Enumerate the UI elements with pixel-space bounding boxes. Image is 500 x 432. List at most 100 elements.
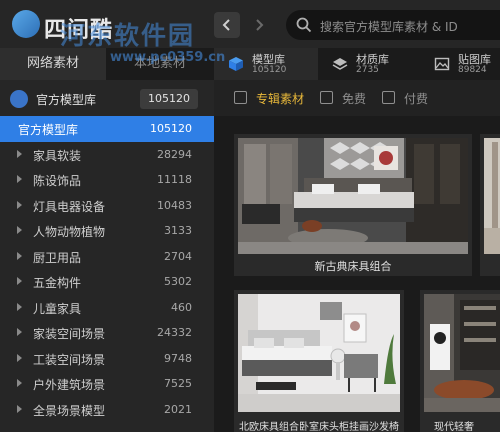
checkbox-paid[interactable] — [382, 91, 395, 104]
filter-label: 专辑素材 — [256, 92, 305, 106]
layers-icon — [332, 58, 348, 70]
category-item-official[interactable]: 官方模型库 105120 — [0, 116, 214, 142]
asset-title: 北欧床具组合卧室床头柜挂画沙发椅 — [239, 422, 399, 432]
library-count-badge: 105120 — [140, 89, 198, 109]
category-count: 2704 — [164, 249, 192, 263]
checkbox-album[interactable] — [234, 91, 247, 104]
search-input[interactable]: 搜索官方模型库素材 & ID — [286, 10, 500, 40]
expand-arrow-icon[interactable] — [17, 328, 22, 336]
tab-count: 2735 — [356, 65, 379, 75]
category-label: 灯具电器设备 — [33, 199, 106, 214]
category-item[interactable]: 儿童家具 460 — [0, 295, 214, 321]
category-count: 9748 — [164, 351, 192, 365]
category-item[interactable]: 家装空间场景 24332 — [0, 320, 214, 346]
category-count: 28294 — [157, 147, 192, 161]
search-icon — [296, 17, 312, 33]
category-item[interactable]: 户外建筑场景 7525 — [0, 371, 214, 397]
category-item[interactable]: 工装空间场景 9748 — [0, 346, 214, 372]
logo-mark-icon — [12, 10, 40, 38]
filter-free[interactable]: 免费 — [320, 90, 370, 106]
tab-materials[interactable]: 材质库 2735 — [318, 48, 420, 80]
category-label: 儿童家具 — [33, 301, 82, 316]
bedroom-scene-image — [238, 138, 468, 254]
expand-arrow-icon[interactable] — [17, 149, 22, 158]
expand-arrow-icon[interactable] — [17, 404, 22, 413]
category-item[interactable]: 全景场景模型 2021 — [0, 397, 214, 423]
asset-grid: 新古典床具组合 北欧床具组合卧室床头柜挂画沙发椅 现代轻奢 — [214, 116, 500, 432]
category-item[interactable]: 人物动物植物 3133 — [0, 218, 214, 244]
top-bar: 四间酷 河东软件园 搜索官方模型库素材 & ID — [0, 0, 500, 50]
expand-arrow-icon[interactable] — [17, 200, 22, 209]
asset-card[interactable] — [480, 134, 500, 276]
category-label: 厨卫用品 — [33, 250, 82, 265]
tab-textures[interactable]: 贴图库 89824 — [420, 48, 500, 80]
category-item[interactable]: 厨卫用品 2704 — [0, 244, 214, 270]
expand-arrow-icon[interactable] — [17, 175, 22, 183]
category-label: 家装空间场景 — [33, 327, 106, 341]
filter-album[interactable]: 专辑素材 — [234, 90, 314, 106]
category-count: 10483 — [157, 198, 192, 212]
category-item[interactable]: 五金构件 5302 — [0, 269, 214, 295]
search-placeholder: 搜索官方模型库素材 & ID — [320, 20, 458, 34]
category-label: 官方模型库 — [18, 123, 79, 137]
watermark-text: 河东软件园 — [60, 21, 196, 50]
asset-card[interactable]: 现代轻奢 — [420, 290, 500, 432]
category-label: 家具软装 — [33, 148, 82, 163]
category-count: 11118 — [157, 173, 192, 186]
expand-arrow-icon[interactable] — [17, 379, 22, 387]
asset-thumbnail[interactable] — [484, 138, 500, 254]
category-label: 人物动物植物 — [33, 225, 106, 239]
category-item[interactable]: 家具软装 28294 — [0, 142, 214, 168]
room-scene-image — [484, 138, 500, 254]
category-count: 5302 — [164, 275, 192, 288]
filter-bar: 专辑素材 免费 付费 — [214, 80, 500, 116]
category-count: 2021 — [164, 402, 192, 416]
asset-card[interactable]: 北欧床具组合卧室床头柜挂画沙发椅 — [234, 290, 404, 432]
watermark-url: www.pc0359.cn — [110, 50, 226, 65]
modern-luxury-image — [424, 294, 500, 412]
tab-count: 89824 — [458, 65, 487, 75]
sidebar: 网络素材 本地素材 官方模型库 105120 官方模型库 105120 家具软装… — [0, 48, 214, 432]
category-label: 全景场景模型 — [33, 403, 106, 418]
expand-arrow-icon[interactable] — [17, 302, 22, 311]
category-count: 460 — [171, 300, 192, 314]
category-count: 3133 — [164, 224, 192, 237]
library-icon — [10, 90, 28, 108]
library-title: 官方模型库 — [36, 93, 97, 107]
category-count: 105120 — [150, 122, 192, 135]
asset-title: 现代轻奢 — [434, 422, 474, 432]
checkbox-free[interactable] — [320, 91, 333, 104]
asset-thumbnail[interactable] — [238, 138, 468, 254]
cube-icon — [229, 57, 243, 71]
filter-label: 付费 — [404, 92, 429, 106]
library-header[interactable]: 官方模型库 105120 — [0, 84, 214, 114]
content-tabs: 模型库 105120 材质库 2735 贴图库 89824 — [214, 48, 500, 80]
asset-thumbnail[interactable] — [424, 294, 500, 412]
forward-button[interactable] — [246, 12, 272, 38]
expand-arrow-icon[interactable] — [17, 226, 22, 234]
category-label: 工装空间场景 — [33, 352, 106, 367]
asset-thumbnail[interactable] — [238, 294, 400, 412]
nordic-bedroom-image — [238, 294, 400, 412]
asset-title: 新古典床具组合 — [314, 260, 392, 273]
chevron-right-icon — [256, 19, 264, 31]
asset-card[interactable]: 新古典床具组合 — [234, 134, 472, 276]
tab-network-assets[interactable]: 网络素材 — [0, 48, 106, 80]
category-item[interactable]: 灯具电器设备 10483 — [0, 193, 214, 219]
tab-models[interactable]: 模型库 105120 — [214, 48, 318, 80]
image-icon — [434, 57, 450, 71]
filter-paid[interactable]: 付费 — [382, 90, 432, 106]
category-list: 官方模型库 105120 家具软装 28294 陈设饰品 11118 灯具电器设… — [0, 116, 214, 422]
category-label: 陈设饰品 — [33, 174, 82, 188]
back-button[interactable] — [214, 12, 240, 38]
category-label: 户外建筑场景 — [33, 378, 106, 392]
expand-arrow-icon[interactable] — [17, 353, 22, 362]
filter-label: 免费 — [342, 92, 367, 106]
category-label: 五金构件 — [33, 276, 82, 290]
tab-count: 105120 — [252, 65, 287, 75]
expand-arrow-icon[interactable] — [17, 251, 22, 260]
app-logo: 四间酷 河东软件园 — [4, 6, 210, 50]
category-count: 7525 — [164, 377, 192, 390]
expand-arrow-icon[interactable] — [17, 277, 22, 285]
category-item[interactable]: 陈设饰品 11118 — [0, 167, 214, 193]
